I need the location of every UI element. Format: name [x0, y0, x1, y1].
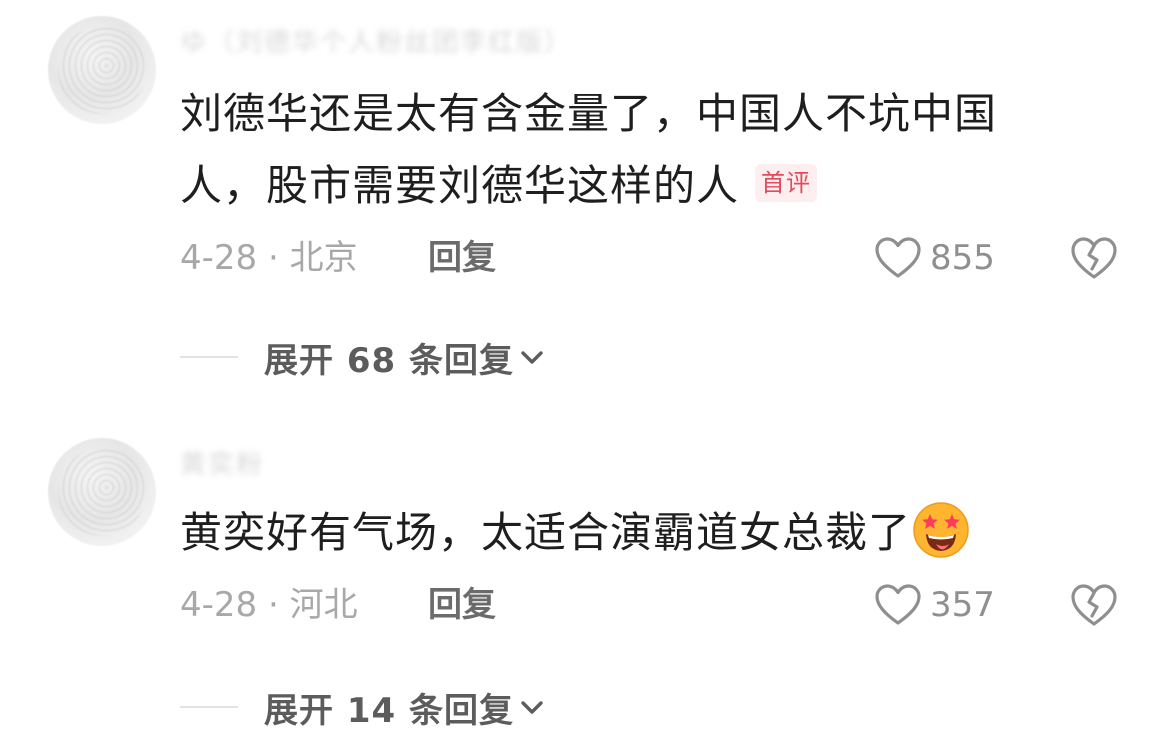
expand-replies[interactable]: 展开 68 条回复 [180, 333, 680, 381]
comment-username[interactable]: 黄奕粉 [180, 444, 680, 478]
chevron-down-icon [521, 351, 543, 364]
first-comment-badge: 首评 [755, 163, 818, 202]
avatar[interactable] [48, 16, 156, 124]
comment-meta: 4-28 · 北京 回复 855 [180, 234, 1140, 282]
comment-date-location: 4-28 · 北京 [180, 238, 358, 278]
comment-text: 黄奕好有气场，太适合演霸道女总裁了 [180, 497, 1060, 569]
expand-replies[interactable]: 展开 14 条回复 [180, 683, 680, 731]
like-count: 357 [930, 585, 995, 625]
divider-line [180, 356, 238, 358]
expand-replies-label: 展开 68 条回复 [264, 340, 514, 381]
reply-button[interactable]: 回复 [428, 581, 496, 629]
reply-button[interactable]: 回复 [428, 234, 496, 282]
avatar[interactable] [48, 438, 156, 546]
comment-username[interactable]: ゆ（刘德华个人粉丝团李红版） [180, 22, 680, 56]
comment-meta: 4-28 · 河北 回复 357 [180, 581, 1140, 629]
expand-replies-label: 展开 14 条回复 [264, 690, 514, 731]
heart-outline-icon [875, 237, 921, 278]
heart-outline-icon [875, 584, 921, 625]
broken-heart-icon[interactable] [1070, 235, 1118, 281]
comment-text: 刘德华还是太有含金量了，中国人不坑中国人，股市需要刘德华这样的人 首评 [180, 78, 1060, 222]
comment-date-location: 4-28 · 河北 [180, 585, 358, 625]
divider-line [180, 706, 238, 708]
comment-text-content: 刘德华还是太有含金量了，中国人不坑中国人，股市需要刘德华这样的人 [180, 89, 998, 210]
star-struck-emoji [913, 501, 969, 558]
like-button[interactable]: 357 [874, 581, 995, 629]
like-button[interactable]: 855 [874, 234, 995, 282]
broken-heart-icon[interactable] [1070, 582, 1118, 628]
comment-text-content: 黄奕好有气场，太适合演霸道女总裁了 [180, 508, 912, 557]
like-count: 855 [930, 238, 995, 278]
chevron-down-icon [521, 701, 543, 714]
